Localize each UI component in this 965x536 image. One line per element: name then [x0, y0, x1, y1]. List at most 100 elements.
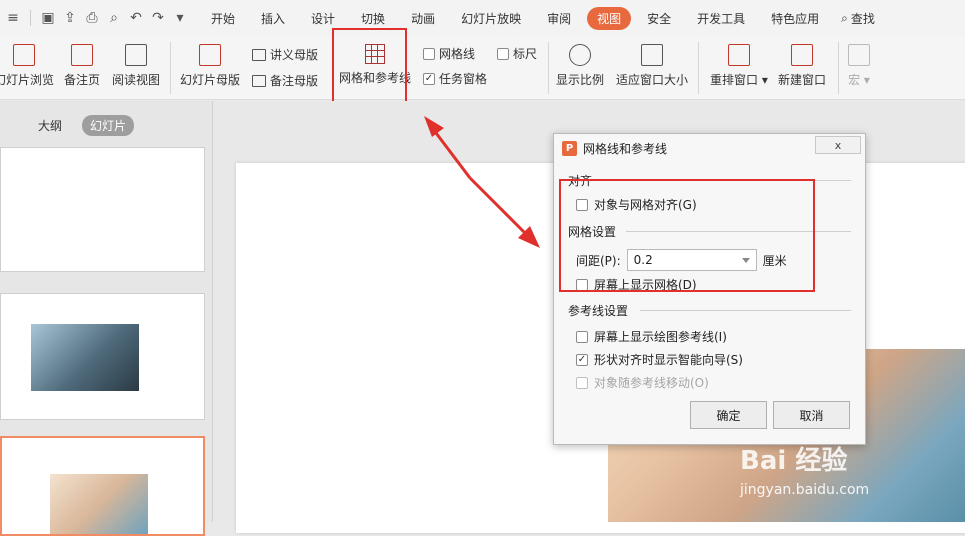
checkbox-icon	[423, 47, 435, 60]
more-icon[interactable]: ≡	[4, 9, 22, 27]
smart-guides-checkbox[interactable]: ✓ 形状对齐时显示智能向导(S)	[576, 351, 743, 368]
tab-outline[interactable]: 大纲	[30, 115, 70, 136]
group-guides-label: 参考线设置	[568, 304, 629, 318]
move-with-guides-checkbox[interactable]: 对象随参考线移动(O)	[576, 374, 709, 391]
print-preview-icon[interactable]: ⌕	[105, 9, 123, 27]
notes-page-label: 备注页	[64, 73, 101, 87]
macro-icon	[848, 44, 870, 66]
reading-view-label: 阅读视图	[112, 73, 161, 87]
zoom-ratio-label: 显示比例	[556, 73, 605, 87]
slide-thumbnail-selected[interactable]	[0, 436, 205, 536]
divider	[30, 10, 31, 26]
checkmark-icon: ✓	[576, 353, 588, 366]
chevron-down-icon[interactable]: ▾	[171, 9, 189, 27]
new-window-button[interactable]: 新建窗口	[778, 44, 826, 88]
menu-bar: ≡ ▣ ⇪ ⎙ ⌕ ↶ ↷ ▾ 开始 插入 设计 切换 动画 幻灯片放映 审阅 …	[0, 0, 965, 36]
watermark-url: jingyan.baidu.com	[740, 482, 870, 498]
notes-master-icon	[252, 74, 266, 87]
checkbox-icon	[576, 376, 588, 389]
ok-button[interactable]: 确定	[690, 401, 767, 429]
slide-master-button[interactable]: 幻灯片母版	[180, 44, 240, 88]
dialog-title: 网格线和参考线	[583, 142, 668, 156]
new-window-label: 新建窗口	[778, 73, 827, 87]
task-pane-checkbox[interactable]: ✓ 任务窗格	[423, 70, 487, 87]
zoom-icon	[569, 44, 591, 66]
fit-window-button[interactable]: 适应窗口大小	[616, 44, 688, 88]
macro-button[interactable]: 宏 ▾	[848, 44, 870, 88]
search-icon: ⌕	[841, 10, 848, 25]
handout-icon	[252, 48, 266, 61]
handout-master-button[interactable]: 讲义母版	[252, 46, 318, 63]
arrange-icon	[727, 44, 750, 66]
new-window-icon	[791, 44, 813, 66]
wps-logo-icon: P	[562, 141, 577, 156]
zoom-ratio-button[interactable]: 显示比例	[556, 44, 604, 88]
quick-access-toolbar: ≡ ▣ ⇪ ⎙ ⌕ ↶ ↷ ▾	[0, 0, 189, 36]
export-icon[interactable]: ⇪	[61, 9, 79, 27]
highlight-box	[332, 28, 407, 108]
fit-window-label: 适应窗口大小	[616, 73, 689, 87]
gridlines-label: 网格线	[439, 47, 476, 61]
slide-browse-button[interactable]: 幻灯片浏览	[0, 44, 54, 88]
undo-icon[interactable]: ↶	[127, 9, 145, 27]
handout-master-label: 讲义母版	[270, 48, 319, 62]
divider	[548, 42, 549, 94]
fit-window-icon	[641, 44, 663, 66]
ribbon-view: 幻灯片浏览 备注页 阅读视图 幻灯片母版 讲义母版 备注母版 网格和参考线 网格…	[0, 36, 965, 100]
ruler-label: 标尺	[513, 47, 538, 61]
watermark-logo: Bai 经验	[740, 446, 848, 476]
dialog-title-bar: P 网格线和参考线	[562, 140, 667, 157]
move-with-guides-label: 对象随参考线移动(O)	[594, 376, 709, 390]
close-button[interactable]: x	[815, 136, 861, 154]
slide-browse-icon	[13, 44, 35, 66]
tab-view[interactable]: 视图	[587, 6, 632, 30]
slide-master-icon	[199, 44, 221, 66]
tab-home[interactable]: 开始	[201, 7, 245, 30]
tab-transitions[interactable]: 切换	[351, 7, 395, 30]
checkbox-icon	[497, 47, 509, 60]
tab-security[interactable]: 安全	[637, 7, 681, 30]
reading-view-button[interactable]: 阅读视图	[112, 44, 160, 88]
panel-tabs: 大纲 幻灯片	[30, 115, 135, 136]
search-button[interactable]: ⌕ 查找	[841, 10, 875, 27]
tab-slides[interactable]: 幻灯片	[82, 115, 135, 136]
notes-page-button[interactable]: 备注页	[64, 44, 100, 88]
notes-page-icon	[71, 44, 93, 66]
ruler-checkbox[interactable]: 标尺	[497, 45, 537, 62]
divider	[838, 42, 839, 94]
ribbon-tabs: 开始 插入 设计 切换 动画 幻灯片放映 审阅 视图 安全 开发工具 特色应用	[201, 6, 835, 30]
tab-developer[interactable]: 开发工具	[687, 7, 755, 30]
print-icon[interactable]: ⎙	[83, 9, 101, 27]
close-icon: x	[834, 138, 842, 152]
arrange-windows-button[interactable]: 重排窗口 ▾	[710, 44, 768, 88]
tab-insert[interactable]: 插入	[251, 7, 295, 30]
show-guides-checkbox[interactable]: 屏幕上显示绘图参考线(I)	[576, 328, 727, 345]
highlight-box	[559, 179, 815, 292]
search-label: 查找	[850, 11, 875, 26]
redo-icon[interactable]: ↷	[149, 9, 167, 27]
divider	[640, 310, 851, 311]
slide-master-label: 幻灯片母版	[180, 73, 241, 87]
smart-guides-label: 形状对齐时显示智能向导(S)	[594, 353, 743, 367]
book-icon	[125, 44, 147, 66]
tab-features[interactable]: 特色应用	[761, 7, 829, 30]
cancel-button[interactable]: 取消	[773, 401, 850, 429]
notes-master-button[interactable]: 备注母版	[252, 72, 318, 89]
thumbnail-image	[31, 324, 139, 391]
slide-thumbnail[interactable]	[0, 147, 205, 272]
gridlines-checkbox[interactable]: 网格线	[423, 45, 475, 62]
slide-browse-label: 幻灯片浏览	[0, 73, 55, 87]
slide-thumbnail[interactable]	[0, 293, 205, 420]
tab-slideshow[interactable]: 幻灯片放映	[451, 7, 531, 30]
notes-master-label: 备注母版	[270, 74, 319, 88]
show-guides-label: 屏幕上显示绘图参考线(I)	[594, 330, 727, 344]
thumbnail-image	[50, 474, 148, 534]
tab-animations[interactable]: 动画	[401, 7, 445, 30]
save-icon[interactable]: ▣	[39, 9, 57, 27]
tab-design[interactable]: 设计	[301, 7, 345, 30]
task-pane-label: 任务窗格	[439, 72, 488, 86]
tab-review[interactable]: 审阅	[537, 7, 581, 30]
checkbox-icon	[576, 330, 588, 343]
macro-label: 宏 ▾	[848, 73, 870, 87]
slide-panel: 大纲 幻灯片	[0, 101, 213, 536]
